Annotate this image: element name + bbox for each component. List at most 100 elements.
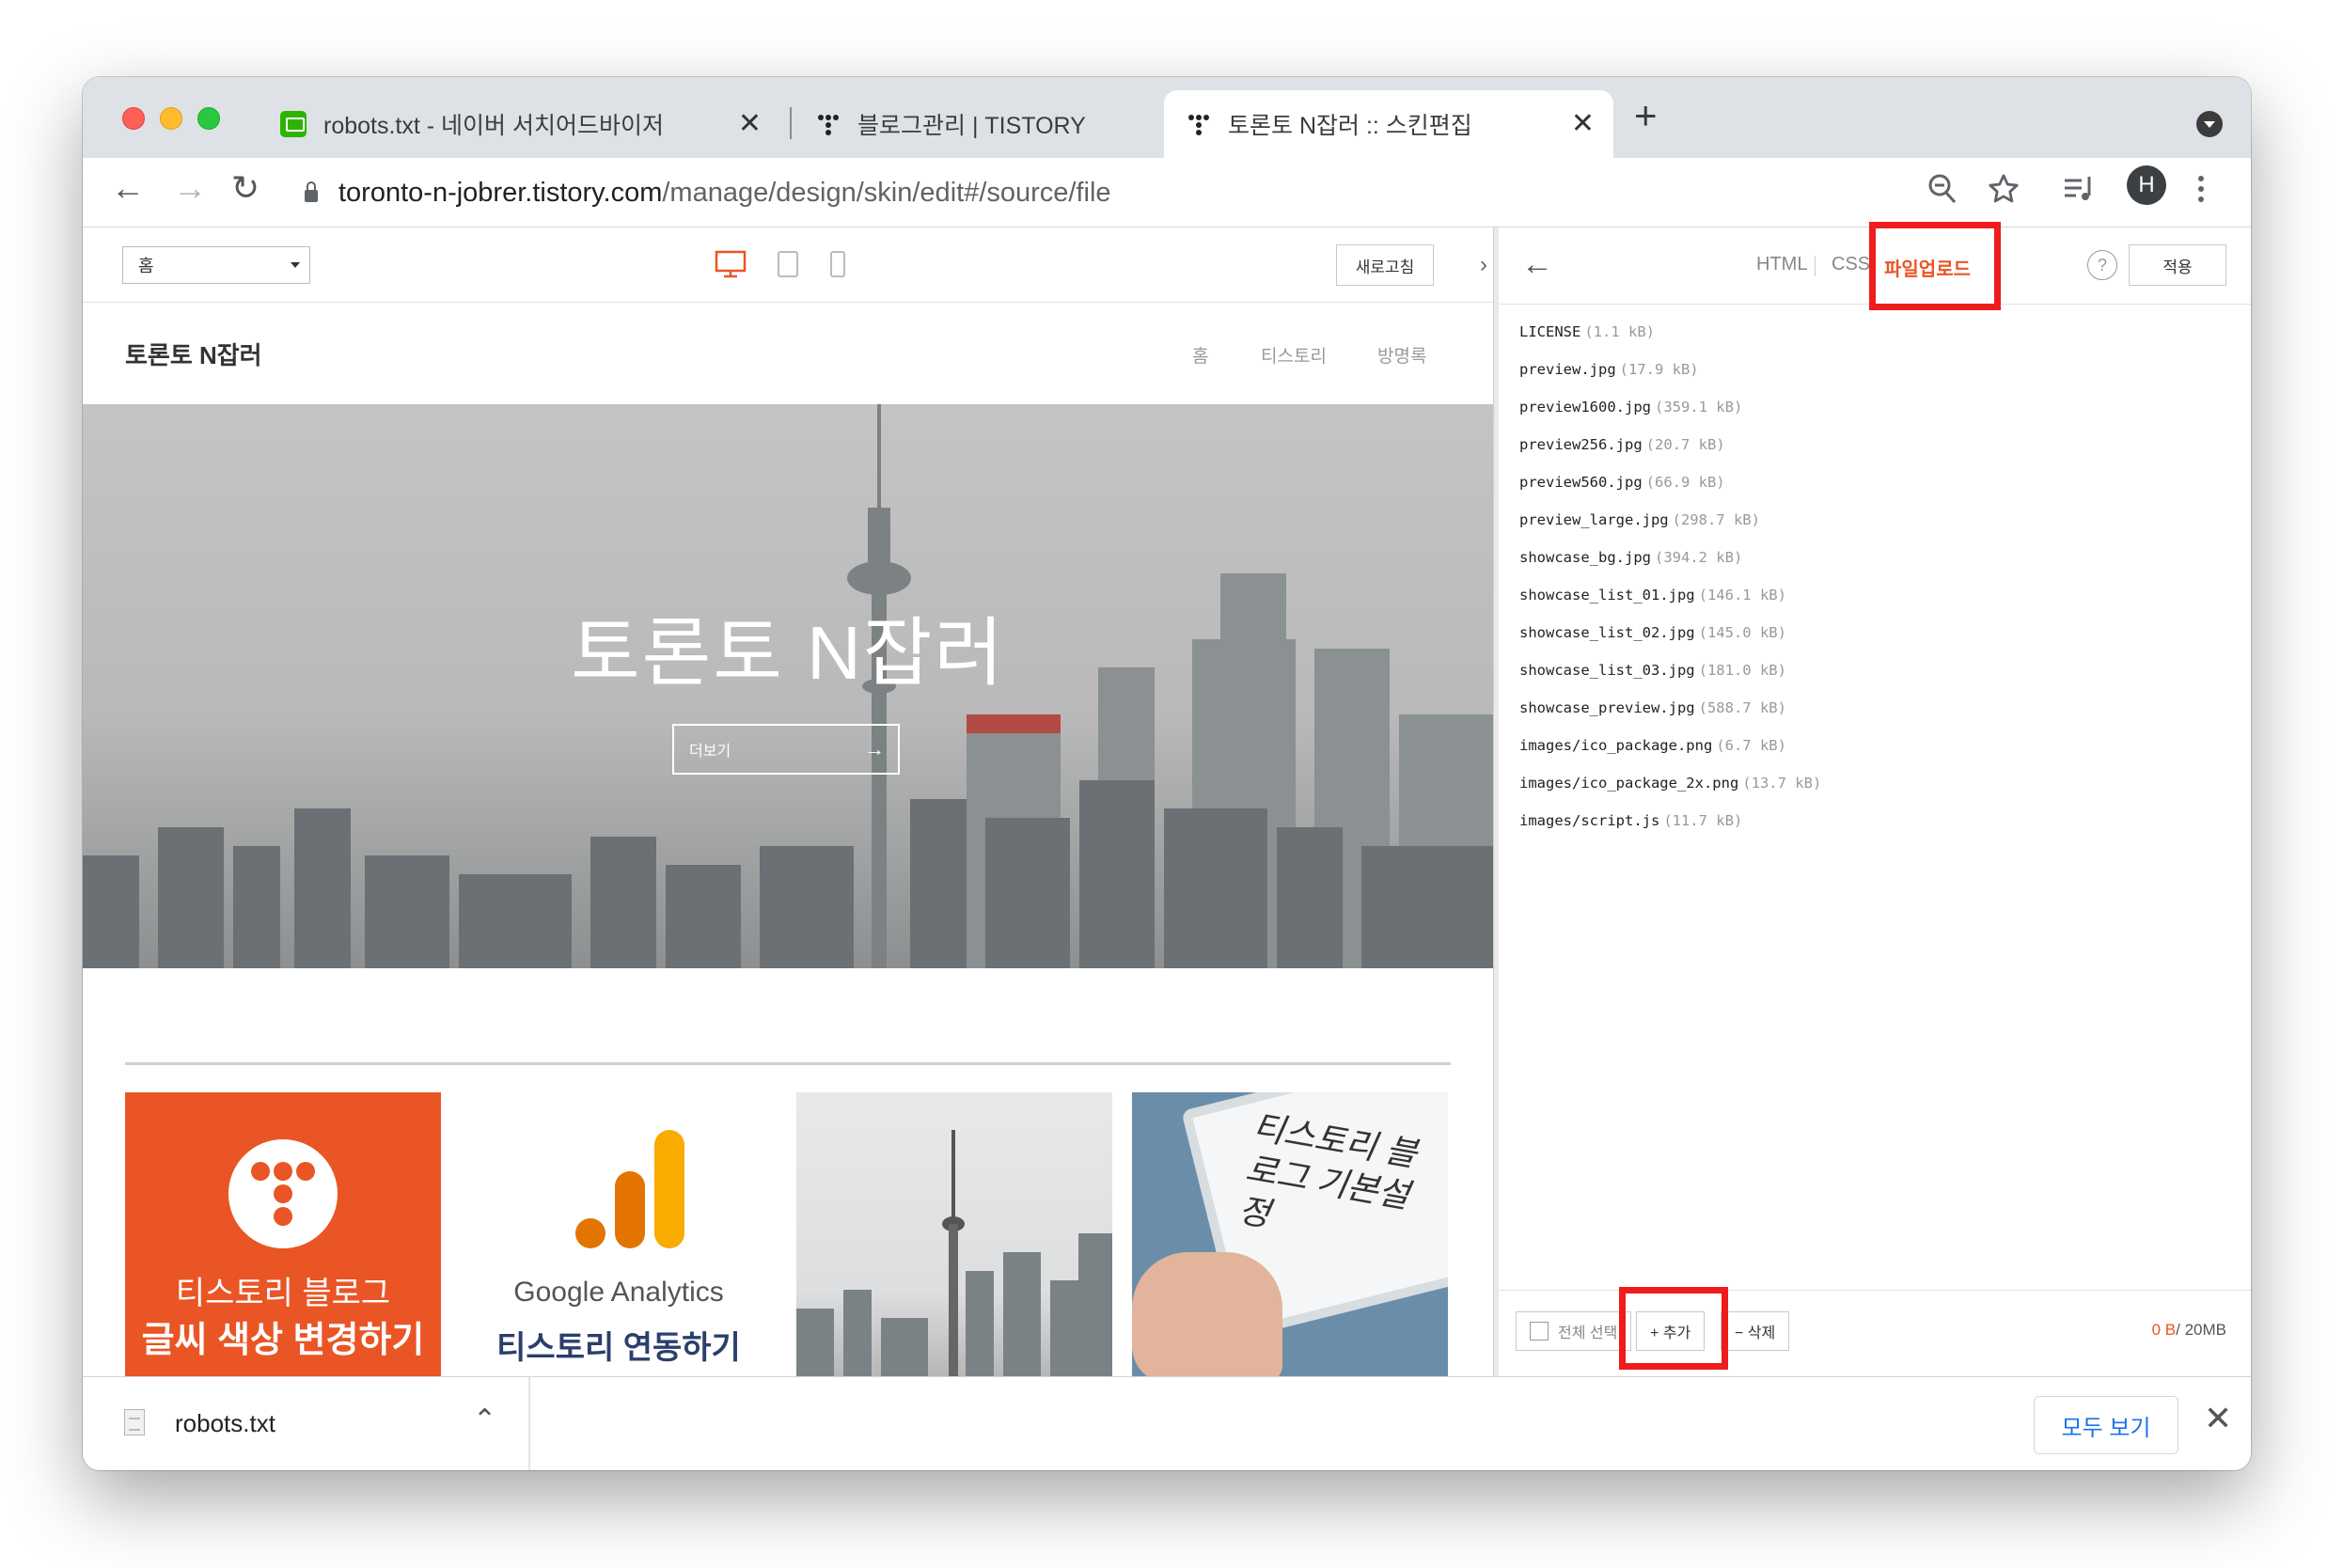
address-bar[interactable]: toronto-n-jobrer.tistory.com/manage/desi… [290,167,2057,218]
downloads-bar: robots.txt ⌃ 모두 보기 ✕ [83,1376,2251,1470]
file-size: (66.9 kB) [1645,474,1725,491]
desktop-icon[interactable] [715,250,747,283]
list-item[interactable]: preview256.jpg (20.7 kB) [1519,436,1821,474]
file-name: showcase_bg.jpg [1519,549,1651,566]
hero-banner: 토론토 N잡러 더보기 → [83,404,1493,968]
list-item[interactable]: images/script.js (11.7 kB) [1519,812,1821,850]
apply-button[interactable]: 적용 [2129,244,2226,286]
tab-title: 블로그관리 | TISTORY [857,113,1086,139]
back-arrow-icon[interactable]: ← [111,171,145,205]
file-size: (145.0 kB) [1698,624,1786,641]
tab-separator [1815,256,1816,276]
file-name: preview1600.jpg [1519,399,1651,416]
list-item[interactable]: preview560.jpg (66.9 kB) [1519,474,1821,511]
tistory-icon [814,111,841,137]
list-item[interactable]: showcase_preview.jpg (588.7 kB) [1519,699,1821,737]
blog-header: 토론토 N잡러 홈 티스토리 방명록 [83,303,1493,404]
url-path: /manage/design/skin/edit#/source/file [662,177,1111,208]
list-item[interactable]: showcase_bg.jpg (394.2 kB) [1519,549,1821,587]
tab-html[interactable]: HTML [1756,254,1807,275]
tab-skin-edit[interactable]: 토론토 N잡러 :: 스킨편집 ✕ [1164,90,1613,158]
blog-title[interactable]: 토론토 N잡러 [125,337,262,371]
list-item[interactable]: showcase_list_02.jpg (145.0 kB) [1519,624,1821,662]
nav-home[interactable]: 홈 [1192,342,1208,368]
back-arrow-icon[interactable]: ← [1521,246,1553,283]
profile-avatar[interactable]: H [2127,165,2166,205]
tab-naver-search-advisor[interactable]: robots.txt - 네이버 서치어드바이저 ✕ [280,90,778,158]
storage-quota: 0 B/ 20MB [2152,1321,2226,1340]
tablet-icon[interactable] [777,250,799,283]
arrow-right-icon: → [864,737,885,760]
show-all-button[interactable]: 모두 보기 [2034,1396,2178,1454]
window-minimize-button[interactable] [160,107,182,130]
zoom-icon[interactable] [1927,173,1958,211]
reload-icon[interactable]: ↻ [231,171,259,205]
skin-editor-pane: ← HTML CSS 파일업로드 ? 적용 LICENSE (1.1 kB) pr… [1499,222,2251,1376]
new-tab-button[interactable]: + [1634,96,1658,135]
file-name: showcase_list_03.jpg [1519,662,1695,679]
thumbnail-caption: 글씨 색상 변경하기 [141,1321,425,1360]
help-icon[interactable]: ? [2087,250,2117,280]
forward-arrow-icon[interactable]: → [173,171,207,205]
quota-total: / 20MB [2176,1321,2226,1339]
tistory-icon [1185,111,1211,137]
bookmark-star-icon[interactable] [1988,173,2020,211]
file-size: (394.2 kB) [1654,549,1743,566]
highlight-box [1619,1287,1728,1370]
file-name: images/ico_package_2x.png [1519,775,1739,792]
file-size: (17.9 kB) [1619,361,1699,378]
post-thumbnail-toronto[interactable] [796,1092,1112,1376]
quota-used: 0 B [2151,1321,2177,1339]
chevron-right-icon[interactable]: › [1474,227,1493,303]
tab-css[interactable]: CSS [1832,254,1870,275]
page-content: 홈 새로고침 › 토론토 N잡러 홈 티스토리 방명록 토론토 N잡러 더보기 … [83,222,2251,1376]
tab-title: robots.txt - 네이버 서치어드바이저 [323,113,664,139]
list-item[interactable]: images/ico_package_2x.png (13.7 kB) [1519,775,1821,812]
tab-search-menu-icon[interactable] [2196,111,2223,137]
list-item[interactable]: preview1600.jpg (359.1 kB) [1519,399,1821,436]
thumbnail-caption: Google Analytics [513,1277,724,1308]
skin-preview-pane: 홈 새로고침 › 토론토 N잡러 홈 티스토리 방명록 토론토 N잡러 더보기 … [83,227,1493,1376]
mobile-icon[interactable] [829,250,846,283]
page-select[interactable]: 홈 [122,246,310,284]
refresh-button[interactable]: 새로고침 [1336,244,1434,286]
nav-guestbook[interactable]: 방명록 [1377,342,1426,368]
list-item[interactable]: preview.jpg (17.9 kB) [1519,361,1821,399]
file-size: (181.0 kB) [1698,662,1786,679]
window-close-button[interactable] [122,107,145,130]
list-item[interactable]: preview_large.jpg (298.7 kB) [1519,511,1821,549]
more-menu-icon[interactable] [2196,173,2206,211]
window-maximize-button[interactable] [197,107,220,130]
highlight-box [1869,222,2001,310]
file-name: preview560.jpg [1519,474,1643,491]
more-button[interactable]: 더보기 → [672,724,900,775]
file-size: (146.1 kB) [1698,587,1786,604]
file-size: (6.7 kB) [1716,737,1786,754]
divider [528,1377,530,1470]
toronto-photo-image [796,1130,1112,1376]
download-file-name[interactable]: robots.txt [175,1409,275,1438]
list-item[interactable]: showcase_list_03.jpg (181.0 kB) [1519,662,1821,699]
nav-tistory[interactable]: 티스토리 [1261,342,1327,368]
thumbnail-caption: 티스토리 연동하기 [496,1330,741,1366]
file-name: images/script.js [1519,812,1660,829]
post-thumbnails: 티스토리 블로그 글씨 색상 변경하기 Google Analytics 티스토… [125,1092,1451,1376]
editor-header: ← HTML CSS 파일업로드 ? 적용 [1499,222,2251,310]
editor-footer: 전체 선택 + 추가 − 삭제 0 B/ 20MB [1499,1287,2251,1376]
delete-file-button[interactable]: − 삭제 [1721,1311,1790,1351]
list-item[interactable]: showcase_list_01.jpg (146.1 kB) [1519,587,1821,624]
list-item[interactable]: images/ico_package.png (6.7 kB) [1519,737,1821,775]
list-item[interactable]: LICENSE (1.1 kB) [1519,323,1821,361]
media-control-icon[interactable] [2063,173,2097,211]
tab-blog-admin[interactable]: 블로그관리 | TISTORY ✕ [733,90,1239,158]
url-host: toronto-n-jobrer.tistory.com [338,177,663,208]
tistory-logo-icon [228,1139,338,1248]
file-size: (20.7 kB) [1645,436,1725,453]
chevron-up-icon[interactable]: ⌃ [473,1403,496,1436]
post-thumbnail-font-color[interactable]: 티스토리 블로그 글씨 색상 변경하기 [125,1092,441,1376]
close-icon[interactable]: ✕ [2204,1402,2232,1435]
close-icon[interactable]: ✕ [1571,110,1595,138]
post-thumbnail-basic-settings[interactable]: 티스토리 블로그 기본설정 [1132,1092,1448,1376]
select-all-checkbox[interactable]: 전체 선택 [1516,1311,1632,1351]
post-thumbnail-google-analytics[interactable]: Google Analytics 티스토리 연동하기 [461,1092,777,1376]
